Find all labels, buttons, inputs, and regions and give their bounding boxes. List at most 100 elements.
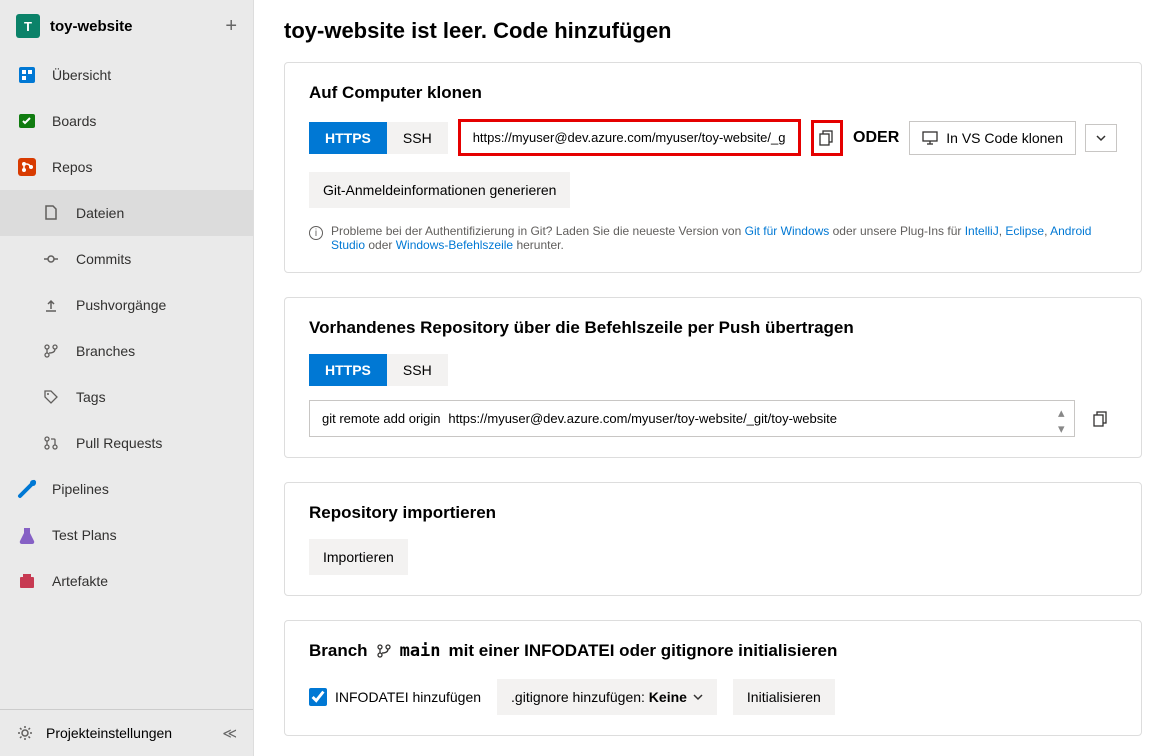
import-button[interactable]: Importieren [309, 539, 408, 575]
sidebar-item-commits[interactable]: Commits [0, 236, 253, 282]
initialize-button[interactable]: Initialisieren [733, 679, 835, 715]
sidebar-item-label: Übersicht [52, 67, 111, 83]
sidebar-item-test-plans[interactable]: Test Plans [0, 512, 253, 558]
clone-row: HTTPS SSH ODER In VS Code klonen [309, 119, 1117, 156]
copy-icon [1093, 411, 1109, 427]
clone-heading: Auf Computer klonen [309, 83, 1117, 103]
import-panel: Repository importieren Importieren [284, 482, 1142, 596]
tab-ssh[interactable]: SSH [387, 122, 448, 154]
monitor-icon [922, 130, 938, 146]
chevron-down-icon [693, 692, 703, 702]
project-badge: T [16, 14, 40, 38]
init-heading-pre: Branch [309, 641, 368, 661]
chevron-down-icon [1096, 133, 1106, 143]
init-heading: Branch main mit einer INFODATEI oder git… [309, 641, 1117, 661]
copy-icon [819, 130, 835, 146]
artifacts-icon [16, 570, 38, 592]
sidebar-item-repos[interactable]: Repos [0, 144, 253, 190]
pipelines-icon [16, 478, 38, 500]
test-plans-icon [16, 524, 38, 546]
auth-info-text: Probleme bei der Authentifizierung in Gi… [331, 224, 1117, 252]
sidebar-nav: Übersicht Boards Repos Dateien Commits P… [0, 52, 253, 709]
intellij-link[interactable]: IntelliJ [965, 224, 999, 238]
git-windows-link[interactable]: Git für Windows [745, 224, 830, 238]
tab-https[interactable]: HTTPS [309, 354, 387, 386]
push-icon [40, 294, 62, 316]
push-cmd-url: https://myuser@dev.azure.com/myuser/toy-… [448, 411, 837, 426]
sidebar-item-label: Repos [52, 159, 92, 175]
new-project-icon[interactable]: + [225, 15, 237, 38]
push-protocol-tabs: HTTPS SSH [309, 354, 1117, 386]
readme-label: INFODATEI hinzufügen [335, 689, 481, 705]
gitignore-label: .gitignore hinzufügen: Keine [511, 689, 687, 705]
sidebar-item-label: Pipelines [52, 481, 109, 497]
sidebar-item-branches[interactable]: Branches [0, 328, 253, 374]
sidebar-item-label: Tags [76, 389, 106, 405]
copy-push-cmd-button[interactable] [1085, 401, 1117, 437]
generate-git-credentials-button[interactable]: Git-Anmeldeinformationen generieren [309, 172, 570, 208]
sidebar-item-tags[interactable]: Tags [0, 374, 253, 420]
vscode-dropdown-chevron[interactable] [1085, 124, 1117, 152]
sidebar-item-pushes[interactable]: Pushvorgänge [0, 282, 253, 328]
sidebar-item-pipelines[interactable]: Pipelines [0, 466, 253, 512]
clone-protocol-tabs: HTTPS SSH [309, 122, 448, 154]
branch-icon [376, 643, 392, 659]
copy-clone-url-button[interactable] [811, 120, 843, 156]
windows-cli-link[interactable]: Windows-Befehlszeile [396, 238, 513, 252]
gear-icon [16, 724, 34, 742]
init-heading-post: mit einer INFODATEI oder gitignore initi… [449, 641, 838, 661]
push-heading: Vorhandenes Repository über die Befehlsz… [309, 318, 1117, 338]
push-command-row: git remote add origin https://myuser@dev… [309, 400, 1117, 437]
sidebar-item-files[interactable]: Dateien [0, 190, 253, 236]
auth-info: i Probleme bei der Authentifizierung in … [309, 224, 1117, 252]
collapse-sidebar-icon[interactable]: ≪ [222, 725, 237, 742]
sidebar-item-label: Artefakte [52, 573, 108, 589]
project-name[interactable]: toy-website [50, 18, 215, 35]
main-content: toy-website ist leer. Code hinzufügen Au… [254, 0, 1172, 756]
overview-icon [16, 64, 38, 86]
vscode-label: In VS Code klonen [946, 130, 1063, 146]
sidebar-footer-label: Projekteinstellungen [46, 725, 172, 741]
init-panel: Branch main mit einer INFODATEI oder git… [284, 620, 1142, 736]
push-command-box[interactable]: git remote add origin https://myuser@dev… [309, 400, 1075, 437]
sidebar-item-pull-requests[interactable]: Pull Requests [0, 420, 253, 466]
sidebar-header: T toy-website + [0, 0, 253, 52]
tab-ssh[interactable]: SSH [387, 354, 448, 386]
sidebar-item-artifacts[interactable]: Artefakte [0, 558, 253, 604]
sidebar-item-overview[interactable]: Übersicht [0, 52, 253, 98]
pull-request-icon [40, 432, 62, 454]
init-controls: INFODATEI hinzufügen .gitignore hinzufüg… [309, 679, 1117, 715]
info-icon: i [309, 226, 323, 240]
branches-icon [40, 340, 62, 362]
gitignore-dropdown[interactable]: .gitignore hinzufügen: Keine [497, 679, 717, 715]
clone-url-input[interactable] [458, 119, 801, 156]
clone-panel: Auf Computer klonen HTTPS SSH ODER In VS… [284, 62, 1142, 273]
readme-checkbox[interactable] [309, 688, 327, 706]
import-heading: Repository importieren [309, 503, 1117, 523]
sidebar-item-label: Commits [76, 251, 131, 267]
page-title: toy-website ist leer. Code hinzufügen [284, 18, 1142, 44]
files-icon [40, 202, 62, 224]
sidebar: T toy-website + Übersicht Boards Repos D… [0, 0, 254, 756]
or-label: ODER [853, 129, 899, 147]
clone-in-vscode-button[interactable]: In VS Code klonen [909, 121, 1076, 155]
sidebar-item-label: Pushvorgänge [76, 297, 166, 313]
sidebar-item-label: Branches [76, 343, 135, 359]
readme-checkbox-wrap[interactable]: INFODATEI hinzufügen [309, 688, 481, 706]
push-panel: Vorhandenes Repository über die Befehlsz… [284, 297, 1142, 458]
tab-https[interactable]: HTTPS [309, 122, 387, 154]
sidebar-item-boards[interactable]: Boards [0, 98, 253, 144]
branch-name: main [400, 641, 441, 661]
push-cmd-prefix: git remote add origin [322, 411, 441, 426]
repos-icon [16, 156, 38, 178]
sidebar-item-label: Dateien [76, 205, 124, 221]
scrollbar-stub[interactable]: ▴▾ [1058, 405, 1070, 432]
sidebar-item-label: Pull Requests [76, 435, 162, 451]
eclipse-link[interactable]: Eclipse [1005, 224, 1044, 238]
commits-icon [40, 248, 62, 270]
tags-icon [40, 386, 62, 408]
sidebar-item-label: Test Plans [52, 527, 117, 543]
sidebar-footer[interactable]: Projekteinstellungen ≪ [0, 709, 253, 756]
boards-icon [16, 110, 38, 132]
sidebar-item-label: Boards [52, 113, 96, 129]
